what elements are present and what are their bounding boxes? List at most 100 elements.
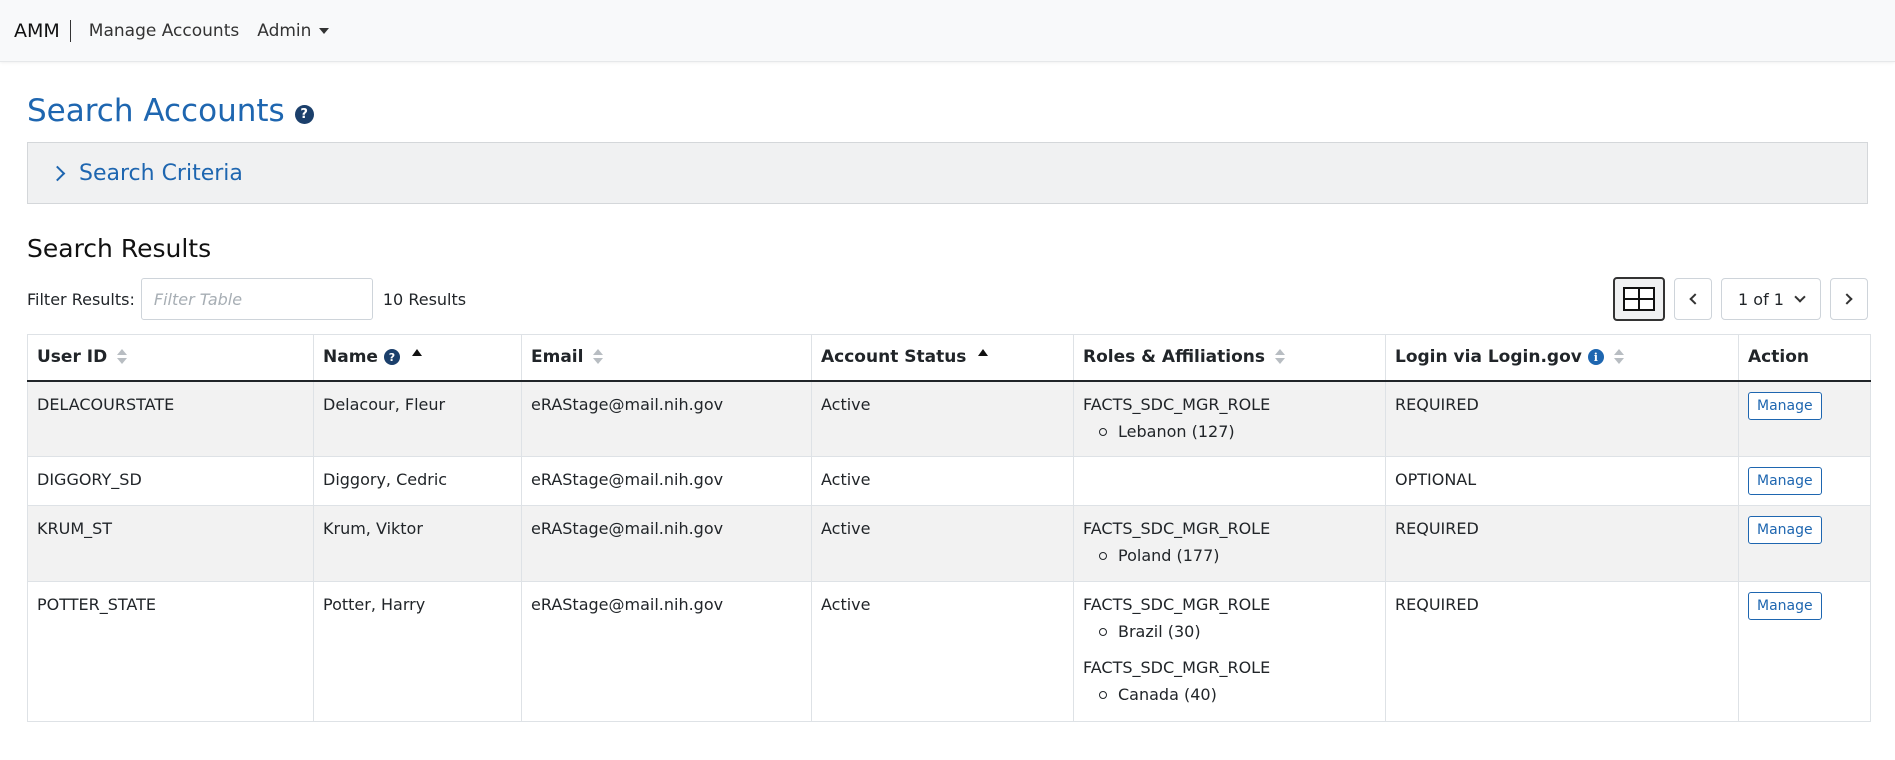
previous-page-button[interactable] (1674, 278, 1712, 320)
column-header-email[interactable]: Email (521, 334, 812, 382)
role-name: FACTS_SDC_MGR_ROLE (1083, 519, 1271, 538)
cell-action: Manage (1738, 456, 1871, 506)
table-row: DELACOURSTATE Delacour, Fleur eRAStage@m… (27, 380, 1871, 457)
cell-status: Active (811, 456, 1074, 506)
cell-login: REQUIRED (1385, 581, 1739, 722)
role-name: FACTS_SDC_MGR_ROLE (1083, 595, 1271, 614)
affiliation-label: Canada (40) (1118, 685, 1217, 704)
column-header-login[interactable]: Login via Login.gov i (1385, 334, 1739, 382)
next-page-button[interactable] (1830, 278, 1868, 320)
results-table: User ID Name? Email Account Status Roles… (27, 334, 1871, 722)
sort-icon (1613, 349, 1624, 365)
cell-roles: FACTS_SDC_MGR_ROLE Lebanon (127) (1073, 380, 1386, 457)
cell-email: eRAStage@mail.nih.gov (521, 581, 812, 722)
results-count: 10 Results (382, 289, 467, 309)
header-label: Login via Login.gov (1395, 347, 1582, 368)
cell-status: Active (811, 505, 1074, 582)
role-block: FACTS_SDC_MGR_ROLE Poland (177) (1083, 518, 1376, 567)
cell-user-id: KRUM_ST (27, 505, 314, 582)
cell-login: REQUIRED (1385, 380, 1739, 457)
chevron-right-icon (49, 165, 66, 181)
cell-name: Delacour, Fleur (313, 380, 522, 457)
search-results-title: Search Results (27, 234, 212, 263)
page-select-value: 1 of 1 (1738, 289, 1784, 309)
table-view-toggle-button[interactable] (1613, 277, 1665, 321)
cell-email: eRAStage@mail.nih.gov (521, 505, 812, 582)
circle-bullet-icon (1099, 691, 1107, 699)
page-title: Search Accounts (27, 93, 285, 129)
chevron-right-icon (1841, 293, 1853, 305)
sort-ascending-icon (411, 348, 422, 356)
role-block: FACTS_SDC_MGR_ROLE Lebanon (127) (1083, 394, 1376, 443)
affiliation-item: Poland (177) (1083, 545, 1376, 567)
affiliation-item: Canada (40) (1083, 684, 1376, 706)
sort-icon (1275, 349, 1286, 365)
title-row: Search Accounts ? (27, 90, 1868, 132)
cell-user-id: DIGGORY_SD (27, 456, 314, 506)
sort-icon (593, 349, 604, 365)
cell-email: eRAStage@mail.nih.gov (521, 456, 812, 506)
column-header-account-status[interactable]: Account Status (811, 334, 1074, 382)
top-navbar: AMM Manage Accounts Admin (0, 0, 1895, 62)
cell-action: Manage (1738, 581, 1871, 722)
role-block: FACTS_SDC_MGR_ROLE Brazil (30) (1083, 594, 1376, 643)
cell-name: Diggory, Cedric (313, 456, 522, 506)
manage-button[interactable]: Manage (1748, 592, 1822, 620)
sort-ascending-icon (978, 348, 989, 356)
chevron-down-icon (1794, 291, 1806, 303)
page-content: Search Accounts ? Search Criteria Search… (0, 90, 1895, 722)
page-select[interactable]: 1 of 1 (1721, 278, 1821, 320)
manage-button[interactable]: Manage (1748, 516, 1822, 544)
cell-user-id: DELACOURSTATE (27, 380, 314, 457)
cell-roles (1073, 456, 1386, 506)
table-row: POTTER_STATE Potter, Harry eRAStage@mail… (27, 581, 1871, 722)
cell-action: Manage (1738, 380, 1871, 457)
cell-roles: FACTS_SDC_MGR_ROLE Brazil (30) FACTS_SDC… (1073, 581, 1386, 722)
question-circle-icon[interactable]: ? (294, 104, 314, 124)
search-criteria-toggle[interactable]: Search Criteria (27, 142, 1868, 204)
circle-bullet-icon (1099, 552, 1107, 560)
cell-email: eRAStage@mail.nih.gov (521, 380, 812, 457)
column-header-user-id[interactable]: User ID (27, 334, 314, 382)
circle-bullet-icon (1099, 427, 1107, 436)
cell-user-id: POTTER_STATE (27, 581, 314, 722)
column-header-name[interactable]: Name? (313, 334, 522, 382)
affiliation-item: Brazil (30) (1083, 621, 1376, 643)
info-circle-icon[interactable]: i (1587, 349, 1604, 366)
role-name: FACTS_SDC_MGR_ROLE (1083, 394, 1271, 414)
table-header-row: User ID Name? Email Account Status Roles… (27, 334, 1871, 382)
cell-name: Krum, Viktor (313, 505, 522, 582)
filter-input[interactable] (140, 278, 373, 320)
caret-down-icon (319, 27, 330, 34)
column-header-roles[interactable]: Roles & Affiliations (1073, 334, 1386, 382)
affiliation-item: Lebanon (127) (1083, 421, 1376, 443)
manage-button[interactable]: Manage (1748, 391, 1822, 420)
cell-login: OPTIONAL (1385, 456, 1739, 506)
brand-logo[interactable]: AMM (14, 19, 71, 42)
cell-login: REQUIRED (1385, 505, 1739, 582)
role-block: FACTS_SDC_MGR_ROLE Canada (40) (1083, 657, 1376, 706)
chevron-left-icon (1689, 293, 1701, 305)
cell-action: Manage (1738, 505, 1871, 582)
cell-status: Active (811, 380, 1074, 457)
affiliation-label: Brazil (30) (1118, 622, 1201, 641)
cell-status: Active (811, 581, 1074, 722)
question-circle-icon[interactable]: ? (383, 349, 400, 366)
filter-label: Filter Results: (27, 289, 135, 309)
affiliation-label: Poland (177) (1118, 546, 1220, 565)
header-label: Roles & Affiliations (1083, 347, 1266, 368)
header-label: Account Status (821, 347, 967, 368)
column-header-action: Action (1738, 334, 1871, 382)
nav-admin-label: Admin (257, 20, 312, 41)
header-label: User ID (37, 347, 108, 368)
manage-button[interactable]: Manage (1748, 467, 1822, 495)
affiliation-label: Lebanon (127) (1118, 421, 1235, 441)
table-row: DIGGORY_SD Diggory, Cedric eRAStage@mail… (27, 456, 1871, 506)
role-name: FACTS_SDC_MGR_ROLE (1083, 658, 1271, 677)
table-row: KRUM_ST Krum, Viktor eRAStage@mail.nih.g… (27, 505, 1871, 582)
circle-bullet-icon (1099, 628, 1107, 636)
nav-manage-accounts[interactable]: Manage Accounts (89, 21, 239, 41)
header-label: Name (323, 347, 378, 368)
nav-admin-dropdown[interactable]: Admin (257, 20, 330, 41)
cell-name: Potter, Harry (313, 581, 522, 722)
